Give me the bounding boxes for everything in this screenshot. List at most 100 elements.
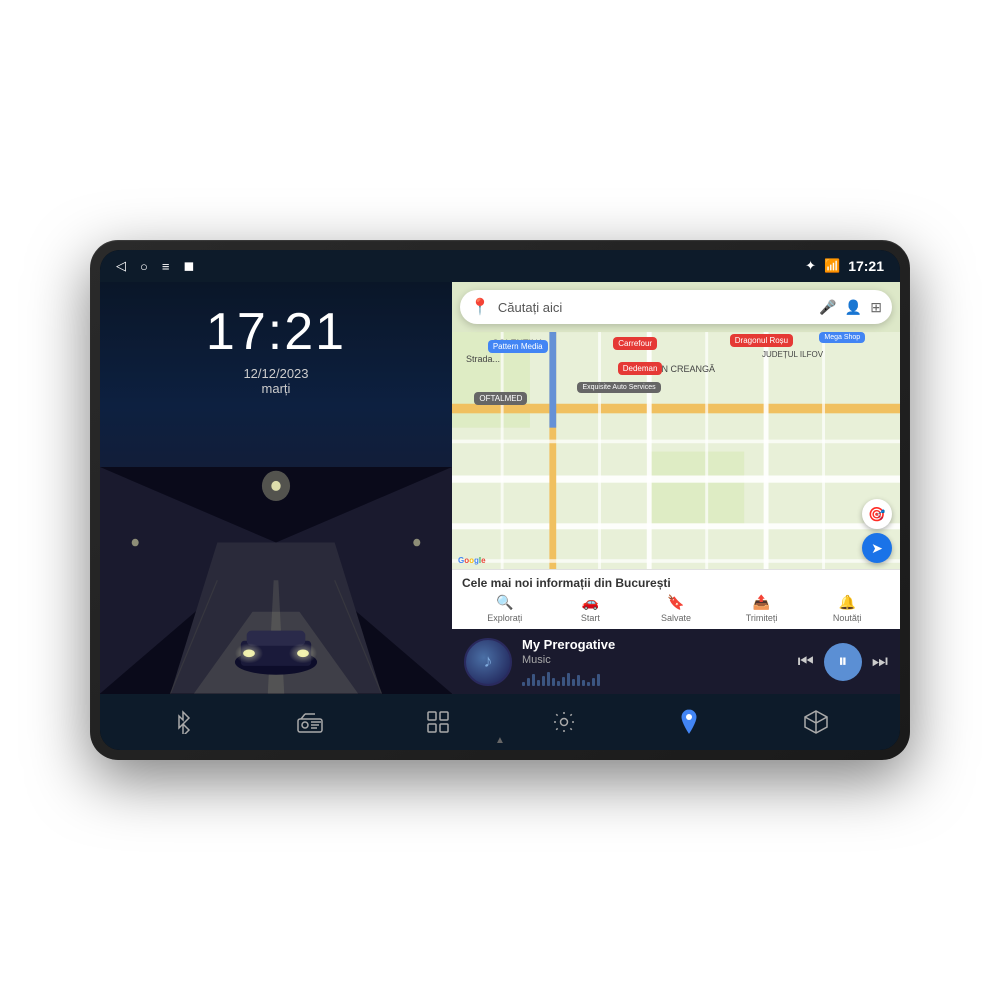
waveform-bar bbox=[567, 673, 570, 686]
nav-salvate[interactable]: 🔖 Salvate bbox=[633, 594, 719, 623]
bottom-nav-settings[interactable] bbox=[552, 710, 576, 734]
bottom-nav-bluetooth[interactable] bbox=[171, 710, 195, 734]
explorati-icon: 🔍 bbox=[496, 594, 513, 611]
maps-icon bbox=[678, 709, 700, 735]
info-bar: Cele mai noi informații din București 🔍 … bbox=[452, 569, 900, 629]
waveform-bar bbox=[537, 680, 540, 686]
map-label-judetul: JUDEȚUL ILFOV bbox=[762, 350, 823, 359]
tunnel bbox=[100, 467, 452, 694]
waveform-bar bbox=[557, 681, 560, 686]
car-scene bbox=[100, 467, 452, 694]
status-time: 17:21 bbox=[848, 258, 884, 274]
nav-start[interactable]: 🚗 Start bbox=[548, 594, 634, 623]
map-search-bar[interactable]: 📍 Căutați aici 🎤 👤 ⊞ bbox=[460, 290, 892, 324]
map-poi-dragonul: Dragonul Roșu bbox=[730, 334, 793, 347]
bluetooth-icon: ✦ bbox=[805, 258, 816, 274]
map-label-strada: Strada... bbox=[466, 354, 500, 364]
nav-explorati[interactable]: 🔍 Explorați bbox=[462, 594, 548, 623]
explorati-label: Explorați bbox=[487, 613, 522, 623]
music-controls: ⏮ ⏸ ⏭ bbox=[798, 643, 888, 681]
home-icon[interactable]: ○ bbox=[140, 259, 148, 274]
map-poi-pattern: Pattern Media bbox=[488, 340, 548, 353]
right-panel: Strada... COLENTINA ION CREANGĂ JUDEȚUL … bbox=[452, 282, 900, 694]
left-panel: 17:21 12/12/2023 marți bbox=[100, 282, 452, 694]
map-poi-carrefour: Carrefour bbox=[613, 337, 657, 350]
search-text: Căutați aici bbox=[498, 300, 811, 315]
apps-icon bbox=[426, 710, 450, 734]
menu-icon[interactable]: ≡ bbox=[162, 259, 170, 274]
map-poi-dedeman: Dedeman bbox=[618, 362, 663, 375]
maps-pin-icon: 📍 bbox=[470, 297, 490, 317]
nav-trimiteti[interactable]: 📤 Trimiteți bbox=[719, 594, 805, 623]
noutati-icon: 🔔 bbox=[838, 594, 855, 611]
music-player: ♪ My Prerogative Music ⏮ ⏸ ⏭ bbox=[452, 629, 900, 694]
play-pause-button[interactable]: ⏸ bbox=[824, 643, 862, 681]
prev-button[interactable]: ⏮ bbox=[798, 651, 814, 672]
music-waveform bbox=[522, 670, 788, 686]
waveform-bar bbox=[547, 672, 550, 686]
waveform-bar bbox=[527, 678, 530, 686]
noutati-label: Noutăți bbox=[833, 613, 862, 623]
map-search-icons: 🎤 👤 ⊞ bbox=[819, 299, 882, 316]
mic-icon[interactable]: 🎤 bbox=[819, 299, 836, 316]
waveform-bar bbox=[577, 675, 580, 686]
device-shell: ◁ ○ ≡ ◼ ✦ 📶 17:21 17:21 12/12/2023 marți bbox=[90, 240, 910, 760]
waveform-bar bbox=[552, 678, 555, 686]
screen: ◁ ○ ≡ ◼ ✦ 📶 17:21 17:21 12/12/2023 marți bbox=[100, 250, 900, 750]
start-label: Start bbox=[581, 613, 600, 623]
waveform-bar bbox=[532, 674, 535, 686]
waveform-bar bbox=[572, 679, 575, 686]
bluetooth-icon bbox=[171, 710, 195, 734]
cube-icon bbox=[803, 709, 829, 735]
bottom-nav-apps[interactable] bbox=[426, 710, 450, 734]
waveform-bar bbox=[582, 680, 585, 686]
clock-time: 17:21 bbox=[206, 302, 346, 362]
wifi-icon: 📶 bbox=[824, 258, 840, 274]
map-location-button[interactable]: 🎯 bbox=[862, 499, 892, 529]
info-nav: 🔍 Explorați 🚗 Start 🔖 Salvate 📤 bbox=[462, 594, 890, 623]
bottom-nav-radio[interactable] bbox=[297, 711, 323, 733]
album-art: ♪ bbox=[464, 638, 512, 686]
music-title: My Prerogative bbox=[522, 637, 788, 652]
settings-icon bbox=[552, 710, 576, 734]
salvate-label: Salvate bbox=[661, 613, 691, 623]
main-content: 17:21 12/12/2023 marți bbox=[100, 282, 900, 694]
account-icon[interactable]: 👤 bbox=[845, 299, 862, 316]
bottom-bar: ▲ bbox=[100, 694, 900, 750]
grid-icon[interactable]: ⊞ bbox=[870, 299, 882, 316]
waveform-bar bbox=[597, 674, 600, 686]
music-info: My Prerogative Music bbox=[522, 637, 788, 686]
screenshot-icon[interactable]: ◼ bbox=[183, 258, 194, 274]
waveform-bar bbox=[587, 682, 590, 686]
map-poi-exquisite: Exquisite Auto Services bbox=[577, 382, 660, 393]
google-logo: Google bbox=[458, 556, 486, 565]
back-icon[interactable]: ◁ bbox=[116, 258, 126, 274]
salvate-icon: 🔖 bbox=[667, 594, 684, 611]
status-bar: ◁ ○ ≡ ◼ ✦ 📶 17:21 bbox=[100, 250, 900, 282]
start-icon: 🚗 bbox=[582, 594, 599, 611]
waveform-bar bbox=[562, 677, 565, 686]
map-navigate-button[interactable]: ➤ bbox=[862, 533, 892, 563]
trimiteti-label: Trimiteți bbox=[746, 613, 778, 623]
radio-icon bbox=[297, 711, 323, 733]
next-button[interactable]: ⏭ bbox=[872, 651, 888, 672]
clock-display: 17:21 12/12/2023 marți bbox=[206, 302, 346, 396]
nav-noutati[interactable]: 🔔 Noutăți bbox=[804, 594, 890, 623]
bottom-chevron-icon: ▲ bbox=[495, 735, 505, 746]
map-background: Strada... COLENTINA ION CREANGĂ JUDEȚUL … bbox=[452, 282, 900, 569]
trimiteti-icon: 📤 bbox=[753, 594, 770, 611]
map-poi-megashop: Mega Shop bbox=[819, 332, 865, 343]
waveform-bar bbox=[592, 678, 595, 686]
status-bar-left: ◁ ○ ≡ ◼ bbox=[116, 258, 194, 274]
waveform-bar bbox=[542, 676, 545, 686]
music-subtitle: Music bbox=[522, 654, 788, 666]
info-title: Cele mai noi informații din București bbox=[462, 576, 890, 590]
map-poi-oftalmed: OFTALMED bbox=[474, 392, 527, 405]
waveform-bar bbox=[522, 682, 525, 686]
bottom-nav-dice[interactable] bbox=[803, 709, 829, 735]
tunnel-svg bbox=[100, 467, 452, 694]
clock-date: 12/12/2023 marți bbox=[206, 366, 346, 396]
bottom-nav-maps[interactable] bbox=[678, 709, 700, 735]
status-bar-right: ✦ 📶 17:21 bbox=[805, 258, 884, 274]
map-area[interactable]: Strada... COLENTINA ION CREANGĂ JUDEȚUL … bbox=[452, 282, 900, 569]
